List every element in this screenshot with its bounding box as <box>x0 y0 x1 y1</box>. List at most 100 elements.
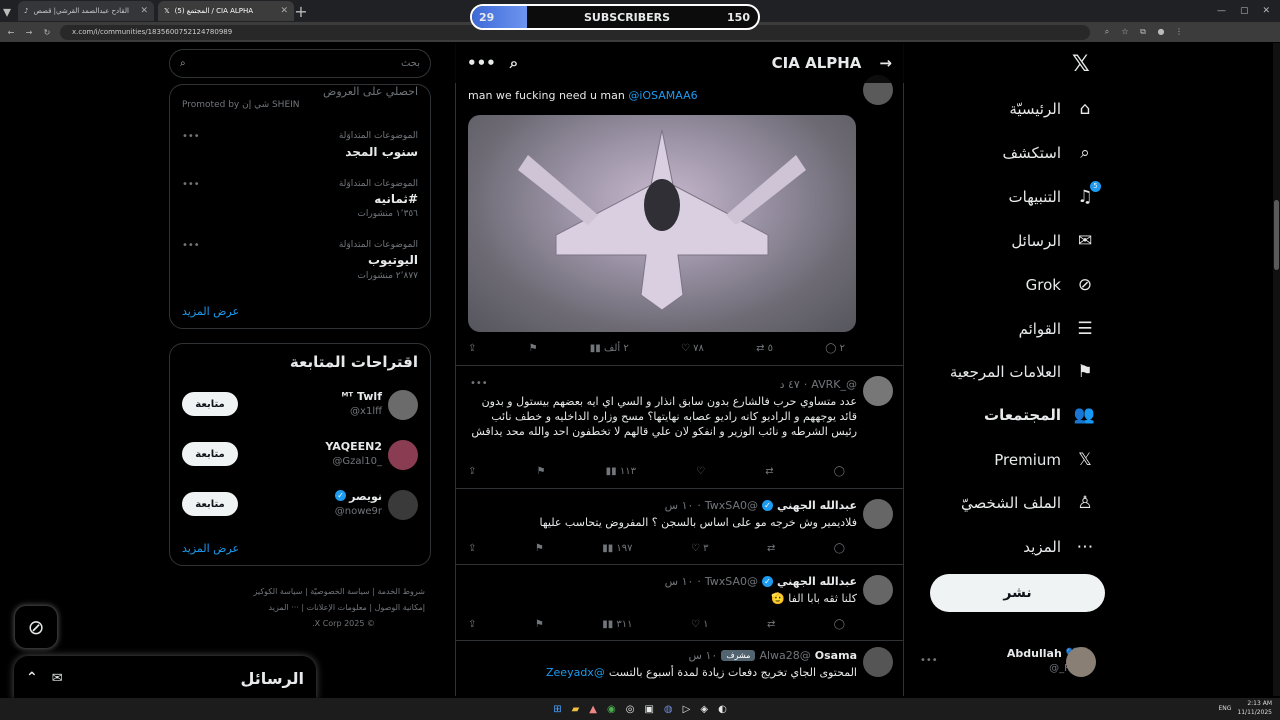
post-image-fighter-jet[interactable] <box>468 115 856 332</box>
trend-name[interactable]: #ثمانيه <box>374 192 418 206</box>
clock[interactable]: 2:13 AM 11/11/2025 <box>1237 699 1272 717</box>
avatar[interactable] <box>1066 647 1096 677</box>
follow-name[interactable]: YAQEEN2 <box>325 440 382 453</box>
show-more-link[interactable]: عرض المزيد <box>182 305 239 318</box>
post[interactable]: @_AVRK · ٤٧ د عدد متساوي حرب فالشارع بدو… <box>456 366 903 489</box>
nav-premium[interactable]: 𝕏 Premium <box>994 450 1095 470</box>
trend-name[interactable]: اليوتيوب <box>368 253 418 267</box>
bookmark-icon[interactable]: ⚑ <box>535 619 544 630</box>
bookmark-icon[interactable]: ⚑ <box>529 343 538 354</box>
trend-name[interactable]: سنوب المجد <box>345 145 418 159</box>
browser-tab-active[interactable]: 𝕏 (5) المجتمع / CIA ALPHA ✕ <box>158 1 294 21</box>
reply-button[interactable]: ◯ <box>834 543 845 554</box>
nav-messages[interactable]: ✉ الرسائل <box>1011 231 1095 251</box>
share-icon[interactable]: ⇪ <box>468 543 476 554</box>
more-icon[interactable]: ••• <box>182 240 200 251</box>
repost-button[interactable]: ⇄ <box>765 466 773 477</box>
post-handle[interactable]: @TwxSA0 <box>705 575 758 588</box>
scrollbar-track[interactable] <box>1273 43 1280 696</box>
follow-button[interactable]: متابعة <box>182 442 238 466</box>
mention-link[interactable]: @iOSAMAA6 <box>628 89 697 102</box>
footer-more[interactable]: ··· المزيد <box>269 603 299 612</box>
bookmark-icon[interactable]: ⚑ <box>537 466 546 477</box>
footer-ads-info[interactable]: معلومات الإعلانات <box>307 603 367 612</box>
post-button[interactable]: نشر <box>930 574 1105 612</box>
views-stat[interactable]: ▮▮ ١١٣ <box>606 466 636 477</box>
more-icon[interactable]: ••• <box>182 131 200 142</box>
language-indicator[interactable]: ENG <box>1218 704 1231 713</box>
post-author[interactable]: عبدالله الجهني <box>777 499 857 512</box>
minimize-icon[interactable]: — <box>1217 6 1226 16</box>
nav-home[interactable]: ⌂ الرئيسيّة <box>1009 99 1095 119</box>
close-icon[interactable]: ✕ <box>280 6 288 16</box>
nav-notifications[interactable]: ♫ 5 التنبيهات <box>1009 181 1101 207</box>
avatar[interactable] <box>863 575 893 605</box>
post[interactable]: Osama @Alwa28 مشرف ١٠ س المحتوى الجاي تخريج… <box>456 641 903 696</box>
nav-grok[interactable]: ⊘ Grok <box>1026 275 1095 295</box>
post-handle[interactable]: @_AVRK <box>811 378 857 391</box>
discord-icon[interactable]: ◍ <box>664 704 673 715</box>
back-icon[interactable]: ← <box>4 28 18 37</box>
repost-button[interactable]: ⇄ <box>767 619 775 630</box>
post-handle[interactable]: @Alwa28 <box>759 649 810 662</box>
follow-button[interactable]: متابعة <box>182 492 238 516</box>
more-icon[interactable]: ••• <box>182 179 200 190</box>
mention-link[interactable]: @Zeeyadx <box>546 665 605 680</box>
reply-button[interactable]: ◯ <box>834 619 845 630</box>
avatar[interactable] <box>863 499 893 529</box>
follow-name-row[interactable]: نويصر ✓ <box>335 490 382 503</box>
nav-more[interactable]: ⋯ المزيد <box>1023 537 1095 557</box>
footer-cookies[interactable]: سياسة الكوكيز <box>253 587 302 596</box>
footer-privacy[interactable]: سياسة الخصوصيّة <box>310 587 369 596</box>
bookmark-icon[interactable]: ⚑ <box>535 543 544 554</box>
post[interactable]: man we fucking need u man @iOSAMAA6 ⇪ ⚑ … <box>456 43 903 366</box>
nav-profile[interactable]: ♙ الملف الشخصيّ <box>961 493 1095 513</box>
new-message-icon[interactable]: ✉ <box>52 671 63 686</box>
post[interactable]: عبدالله الجهني ✓ @TwxSA0 · ١٠ س كلنا ثقه باب… <box>456 565 903 641</box>
grok-floating-button[interactable]: ⊘ <box>14 605 58 649</box>
reply-button[interactable]: ◯ ٢ <box>825 343 845 354</box>
show-more-link[interactable]: عرض المزيد <box>182 542 239 555</box>
more-icon[interactable]: ••• <box>467 54 496 72</box>
post[interactable]: عبدالله الجهني ✓ @TwxSA0 · ١٠ س فلاديمير وش … <box>456 489 903 565</box>
like-button[interactable]: ♡ <box>696 466 705 477</box>
share-icon[interactable]: ⇪ <box>468 619 476 630</box>
maximize-icon[interactable]: ▢ <box>1240 6 1249 16</box>
app-icon[interactable]: ▣ <box>644 704 653 715</box>
file-explorer-icon[interactable]: ▰ <box>572 704 580 715</box>
repost-button[interactable]: ⇄ <box>767 543 775 554</box>
kebab-menu-icon[interactable]: ⋮ <box>1172 27 1186 37</box>
more-icon[interactable]: ••• <box>470 378 488 389</box>
repost-button[interactable]: ⇄ ٥ <box>756 343 773 354</box>
windows-start-icon[interactable]: ⊞ <box>553 704 561 715</box>
nav-lists[interactable]: ☰ القوائم <box>1019 319 1095 339</box>
post-author[interactable]: Osama <box>815 649 857 662</box>
back-arrow-icon[interactable]: → <box>879 54 892 72</box>
expand-icon[interactable]: ⌃ <box>26 670 38 686</box>
scrollbar-thumb[interactable] <box>1274 200 1279 270</box>
chrome-icon[interactable]: ◉ <box>607 704 616 715</box>
share-icon[interactable]: ⇪ <box>468 466 476 477</box>
star-icon[interactable]: ☆ <box>1118 27 1132 37</box>
nav-explore[interactable]: ⌕ استكشف <box>1003 143 1095 163</box>
close-icon[interactable]: ✕ <box>140 6 148 16</box>
share-icon[interactable]: ⇪ <box>468 343 476 354</box>
forward-icon[interactable]: → <box>22 28 36 37</box>
views-stat[interactable]: ▮▮ ٢ ألف <box>590 343 629 354</box>
like-button[interactable]: ♡ ١ <box>691 619 709 630</box>
more-icon[interactable]: ••• <box>920 655 938 666</box>
follow-button[interactable]: متابعة <box>182 392 238 416</box>
like-button[interactable]: ♡ ٧٨ <box>681 343 704 354</box>
footer-terms[interactable]: شروط الخدمة <box>377 587 425 596</box>
reply-button[interactable]: ◯ <box>834 466 845 477</box>
post-handle[interactable]: @TwxSA0 <box>705 499 758 512</box>
zoom-icon[interactable]: ⌕ <box>1100 27 1114 37</box>
reload-icon[interactable]: ↻ <box>40 28 54 37</box>
tab-menu-icon[interactable]: ▾ <box>0 2 14 21</box>
app-icon[interactable]: ▲ <box>589 704 597 715</box>
post-author[interactable]: عبدالله الجهني <box>777 575 857 588</box>
nav-communities[interactable]: 👥 المجتمعات <box>984 405 1095 425</box>
avatar[interactable] <box>388 440 418 470</box>
nav-bookmarks[interactable]: ⚑ العلامات المرجعية <box>950 362 1095 382</box>
follow-name[interactable]: ᴹᵀ Twlf <box>342 390 382 403</box>
